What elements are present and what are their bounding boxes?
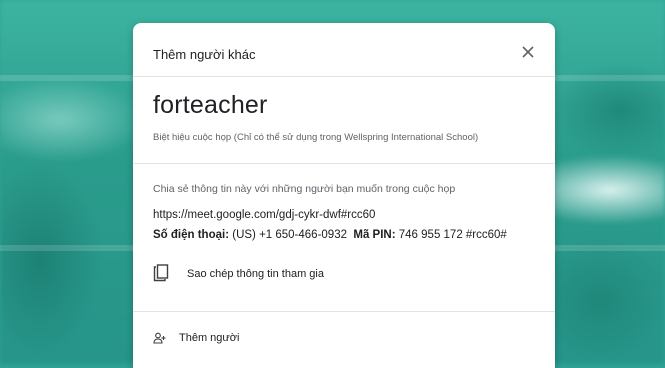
copy-join-info-button[interactable]: Sao chép thông tin tham gia [153, 264, 533, 284]
phone-value: (US) +1 650-466-0932 [232, 229, 347, 241]
phone-label: Số điện thoại: [153, 229, 230, 241]
dialog-title: Thêm người khác [153, 47, 256, 62]
nickname-note: Biệt hiệu cuộc họp (Chỉ có thể sử dụng t… [153, 132, 479, 143]
copy-icon [153, 264, 169, 282]
pin-label: Mã PIN: [353, 229, 396, 241]
phone-info: Số điện thoại: (US) +1 650-466-0932 Mã P… [153, 229, 507, 241]
meet-url: https://meet.google.com/gdj-cykr-dwf#rcc… [153, 209, 376, 221]
divider [133, 311, 555, 312]
add-person-icon [153, 331, 167, 344]
add-people-dialog: Thêm người khác forteacher Biệt hiệu cuộ… [133, 23, 555, 368]
meeting-nickname: forteacher [153, 91, 268, 119]
pin-value: 746 955 172 #rcc60# [398, 229, 507, 241]
copy-join-info-label: Sao chép thông tin tham gia [187, 268, 324, 280]
share-note: Chia sẻ thông tin này với những người bạ… [153, 183, 456, 195]
add-people-label: Thêm người [179, 332, 240, 344]
meeting-nickname-section: forteacher Biệt hiệu cuộc họp (Chỉ có th… [133, 77, 555, 164]
add-people-button[interactable]: Thêm người [153, 328, 533, 348]
dialog-header: Thêm người khác [133, 23, 555, 77]
close-icon[interactable] [519, 43, 537, 61]
